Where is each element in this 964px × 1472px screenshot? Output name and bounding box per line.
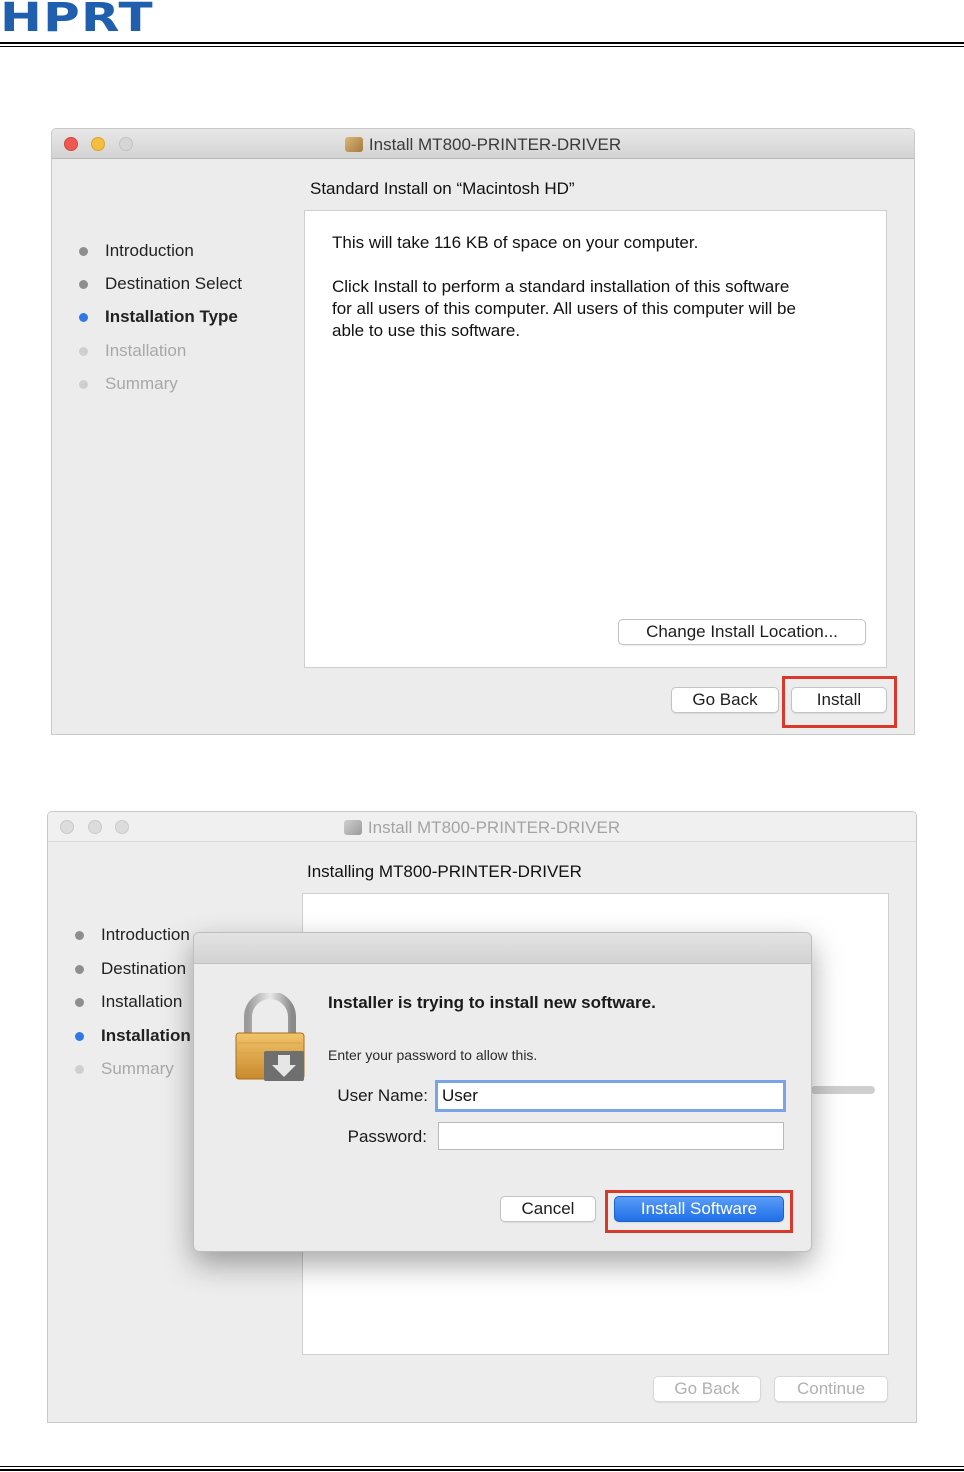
install-description-line-1: Click Install to perform a standard inst… xyxy=(332,277,790,296)
step-bullet xyxy=(79,247,88,256)
step-bullet xyxy=(79,380,88,389)
step-destination-select: Destination Select xyxy=(79,274,242,294)
dialog-subtitle: Enter your password to allow this. xyxy=(328,1047,538,1063)
step-installation: Installation xyxy=(75,1026,191,1046)
go-back-button[interactable]: Go Back xyxy=(653,1376,761,1402)
step-installation-type: Installation xyxy=(75,992,182,1012)
dialog-title-bar xyxy=(194,933,811,964)
step-bullet xyxy=(79,347,88,356)
cancel-button[interactable]: Cancel xyxy=(500,1196,596,1222)
step-bullet xyxy=(75,931,84,940)
step-bullet xyxy=(75,1065,84,1074)
step-summary: Summary xyxy=(79,374,178,394)
page-heading: Standard Install on “Macintosh HD” xyxy=(310,179,575,198)
header-rule-thin xyxy=(0,46,964,47)
title-bar[interactable]: Install MT800-PRINTER-DRIVER xyxy=(52,129,914,159)
install-button-highlight xyxy=(782,676,897,728)
username-field[interactable] xyxy=(435,1080,786,1112)
go-back-button[interactable]: Go Back xyxy=(671,687,779,713)
window-title: Install MT800-PRINTER-DRIVER xyxy=(48,818,916,838)
username-label: User Name: xyxy=(337,1086,428,1105)
password-label: Password: xyxy=(347,1127,427,1146)
page-heading: Installing MT800-PRINTER-DRIVER xyxy=(307,862,582,881)
step-installation-type: Installation Type xyxy=(79,307,238,327)
step-destination: Destination xyxy=(75,959,186,979)
package-icon xyxy=(344,137,363,152)
window-title: Install MT800-PRINTER-DRIVER xyxy=(52,135,914,155)
install-description-line-3: able to use this software. xyxy=(332,321,521,340)
title-bar-inactive[interactable]: Install MT800-PRINTER-DRIVER xyxy=(48,812,916,842)
header-rule xyxy=(0,42,964,44)
dialog-title: Installer is trying to install new softw… xyxy=(328,993,656,1012)
step-bullet xyxy=(79,280,88,289)
package-icon xyxy=(343,820,362,835)
password-field[interactable] xyxy=(438,1122,784,1150)
hprt-logo: HPRT xyxy=(0,0,154,41)
step-bullet-active xyxy=(75,1032,84,1041)
step-installation: Installation xyxy=(79,341,186,361)
install-description-line-2: for all users of this computer. All user… xyxy=(332,299,796,318)
change-install-location-button[interactable]: Change Install Location... xyxy=(618,619,866,645)
step-introduction: Introduction xyxy=(75,925,190,945)
install-software-highlight xyxy=(605,1190,793,1233)
content-panel: This will take 116 KB of space on your c… xyxy=(304,210,887,668)
step-bullet-active xyxy=(79,313,88,322)
step-summary: Summary xyxy=(75,1059,174,1079)
space-required-text: This will take 116 KB of space on your c… xyxy=(332,233,699,252)
continue-button[interactable]: Continue xyxy=(774,1376,888,1402)
step-bullet xyxy=(75,965,84,974)
step-introduction: Introduction xyxy=(79,241,194,261)
step-bullet xyxy=(75,998,84,1007)
installer-window-1: Install MT800-PRINTER-DRIVER Standard In… xyxy=(51,128,915,735)
progress-bar xyxy=(811,1086,875,1094)
footer-rule xyxy=(0,1469,964,1471)
footer-rule-thin xyxy=(0,1466,964,1467)
lock-icon xyxy=(235,993,305,1081)
authentication-dialog: Installer is trying to install new softw… xyxy=(193,932,812,1252)
